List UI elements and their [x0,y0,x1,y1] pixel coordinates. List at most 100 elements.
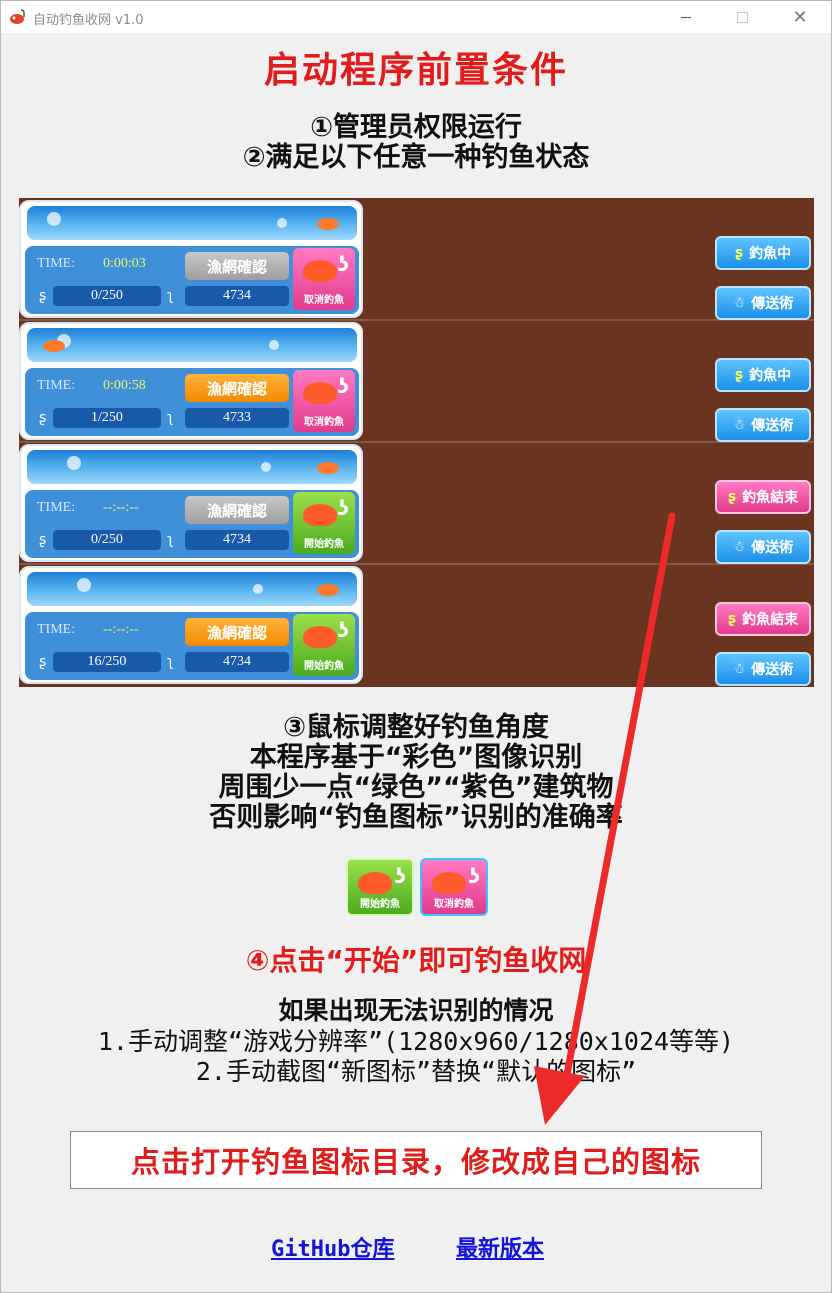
catch-count: 1/250 [53,408,161,428]
net-confirm-button: 漁網確認 [185,252,289,280]
step-3-line-2: 本程序基于“彩色”图像识别 [249,742,583,773]
person-icon: ☃ [732,417,746,433]
water-banner [27,328,357,362]
step-3-line-3: 周围少一点“绿色”“紫色”建筑物 [218,772,614,803]
hook-icon: ʖ [337,618,349,642]
teleport-label: 傳送術 [751,540,794,556]
time-value: --:--:-- [103,500,139,515]
worm-icon: ʅ [167,654,174,670]
time-value: 0:00:58 [103,378,146,393]
fishing-panel: TIME: --:--:-- 漁網確認 ʂ 0/250 ʅ 4734 ʖ 開始釣… [19,444,363,562]
person-icon: ☃ [732,295,746,311]
teleport-button: ☃ 傳送術 [715,652,811,686]
step-3-text: ③鼠标调整好钓鱼角度 [283,712,549,743]
close-button[interactable]: ✕ [777,1,823,33]
catch-count: 0/250 [53,286,161,306]
fishing-toggle-label: 取消釣魚 [304,295,344,306]
window-title: 自动钓鱼收网 v1.0 [33,13,144,28]
row-separator [19,563,814,565]
fishing-toggle-button: ʖ 取消釣魚 [293,370,355,432]
time-value: 0:00:03 [103,256,146,271]
fish-app-icon [10,9,25,24]
fishing-panel: TIME: 0:00:03 漁網確認 ʂ 0/250 ʅ 4734 ʖ 取消釣魚 [19,200,363,318]
fishing-toggle-button: ʖ 開始釣魚 [293,614,355,676]
fishing-info: TIME: --:--:-- 漁網確認 ʂ 0/250 ʅ 4734 ʖ 開始釣… [25,490,359,558]
start-fishing-label: 開始釣魚 [360,899,400,910]
fish-icon [317,462,339,474]
page-title: 启动程序前置条件 [263,50,568,91]
water-banner [27,572,357,606]
shrimp-icon [303,382,337,404]
time-label: TIME: [37,622,76,637]
hook-icon: ʂ [727,489,737,505]
github-repo-link[interactable]: GitHub仓库 [271,1231,394,1263]
maximize-button[interactable] [719,1,765,33]
time-label: TIME: [37,256,76,271]
hook-icon: ʂ [39,288,47,304]
hook-icon: ʂ [727,611,737,627]
bubble-icon [47,212,61,226]
teleport-label: 傳送術 [751,418,794,434]
net-confirm-button: 漁網確認 [185,374,289,402]
step-1-text: ①管理员权限运行 [310,112,522,143]
hook-icon: ʖ [337,496,349,520]
open-icon-folder-button[interactable]: 点击打开钓鱼图标目录，修改成自己的图标 [70,1131,762,1189]
row-separator [19,441,814,443]
bubble-icon [261,462,271,472]
fishing-toggle-button: ʖ 開始釣魚 [293,492,355,554]
fishing-toggle-button: ʖ 取消釣魚 [293,248,355,310]
minimize-icon [681,16,691,18]
catch-count: 0/250 [53,530,161,550]
teleport-button: ☃ 傳送術 [715,408,811,442]
minimize-button[interactable] [663,1,709,33]
teleport-label: 傳送術 [751,662,794,678]
fish-icon [317,218,339,230]
time-value: --:--:-- [103,622,139,637]
bubble-icon [253,584,263,594]
teleport-label: 傳送術 [751,296,794,312]
fishing-info: TIME: 0:00:58 漁網確認 ʂ 1/250 ʅ 4733 ʖ 取消釣魚 [25,368,359,436]
fish-icon [43,340,65,352]
step-2-text: ②满足以下任意一种钓鱼状态 [242,142,590,173]
teleport-button: ☃ 傳送術 [715,530,811,564]
row-separator [19,319,814,321]
bait-count: 4733 [185,408,289,428]
hook-icon: ʖ [468,864,480,888]
person-icon: ☃ [732,539,746,555]
water-banner [27,450,357,484]
net-confirm-button: 漁網確認 [185,618,289,646]
water-banner [27,206,357,240]
catch-count: 16/250 [53,652,161,672]
bait-count: 4734 [185,530,289,550]
fishing-toggle-label: 取消釣魚 [304,417,344,428]
bubble-icon [277,218,287,228]
troubleshoot-heading: 如果出现无法识别的情况 [278,996,554,1025]
step-3-line-4: 否则影响“钓鱼图标”识别的准确率 [209,802,623,833]
hook-icon: ʂ [734,245,744,261]
shrimp-icon [432,872,466,894]
worm-icon: ʅ [167,410,174,426]
game-state-screenshot: TIME: 0:00:03 漁網確認 ʂ 0/250 ʅ 4734 ʖ 取消釣魚… [19,198,814,687]
step-4-text: ④点击“开始”即可钓鱼收网 [245,944,587,977]
fishing-status-button: ʂ 釣魚中 [715,236,811,270]
app-window: 自动钓鱼收网 v1.0 ✕ 启动程序前置条件 ①管理员权限运行 ②满足以下任意一… [0,0,832,1293]
bubble-icon [77,578,91,592]
bubble-icon [67,456,81,470]
fishing-status-button: ʂ 釣魚中 [715,358,811,392]
troubleshoot-item-1: 1.手动调整“游戏分辨率”(1280x960/1280x1024等等) [97,1027,735,1056]
hook-icon: ʂ [734,367,744,383]
latest-version-link[interactable]: 最新版本 [456,1231,544,1263]
fishing-status-label: 釣魚結束 [742,490,799,506]
time-label: TIME: [37,378,76,393]
worm-icon: ʅ [167,288,174,304]
fishing-toggle-label: 開始釣魚 [304,661,344,672]
fishing-info: TIME: --:--:-- 漁網確認 ʂ 16/250 ʅ 4734 ʖ 開始… [25,612,359,680]
net-confirm-button: 漁網確認 [185,496,289,524]
bait-count: 4734 [185,652,289,672]
bubble-icon [269,340,279,350]
hook-icon: ʖ [337,252,349,276]
fish-icon [317,584,339,596]
fishing-panel: TIME: --:--:-- 漁網確認 ʂ 16/250 ʅ 4734 ʖ 開始… [19,566,363,684]
fishing-status-label: 釣魚中 [749,368,792,384]
fishing-status-label: 釣魚結束 [742,612,799,628]
